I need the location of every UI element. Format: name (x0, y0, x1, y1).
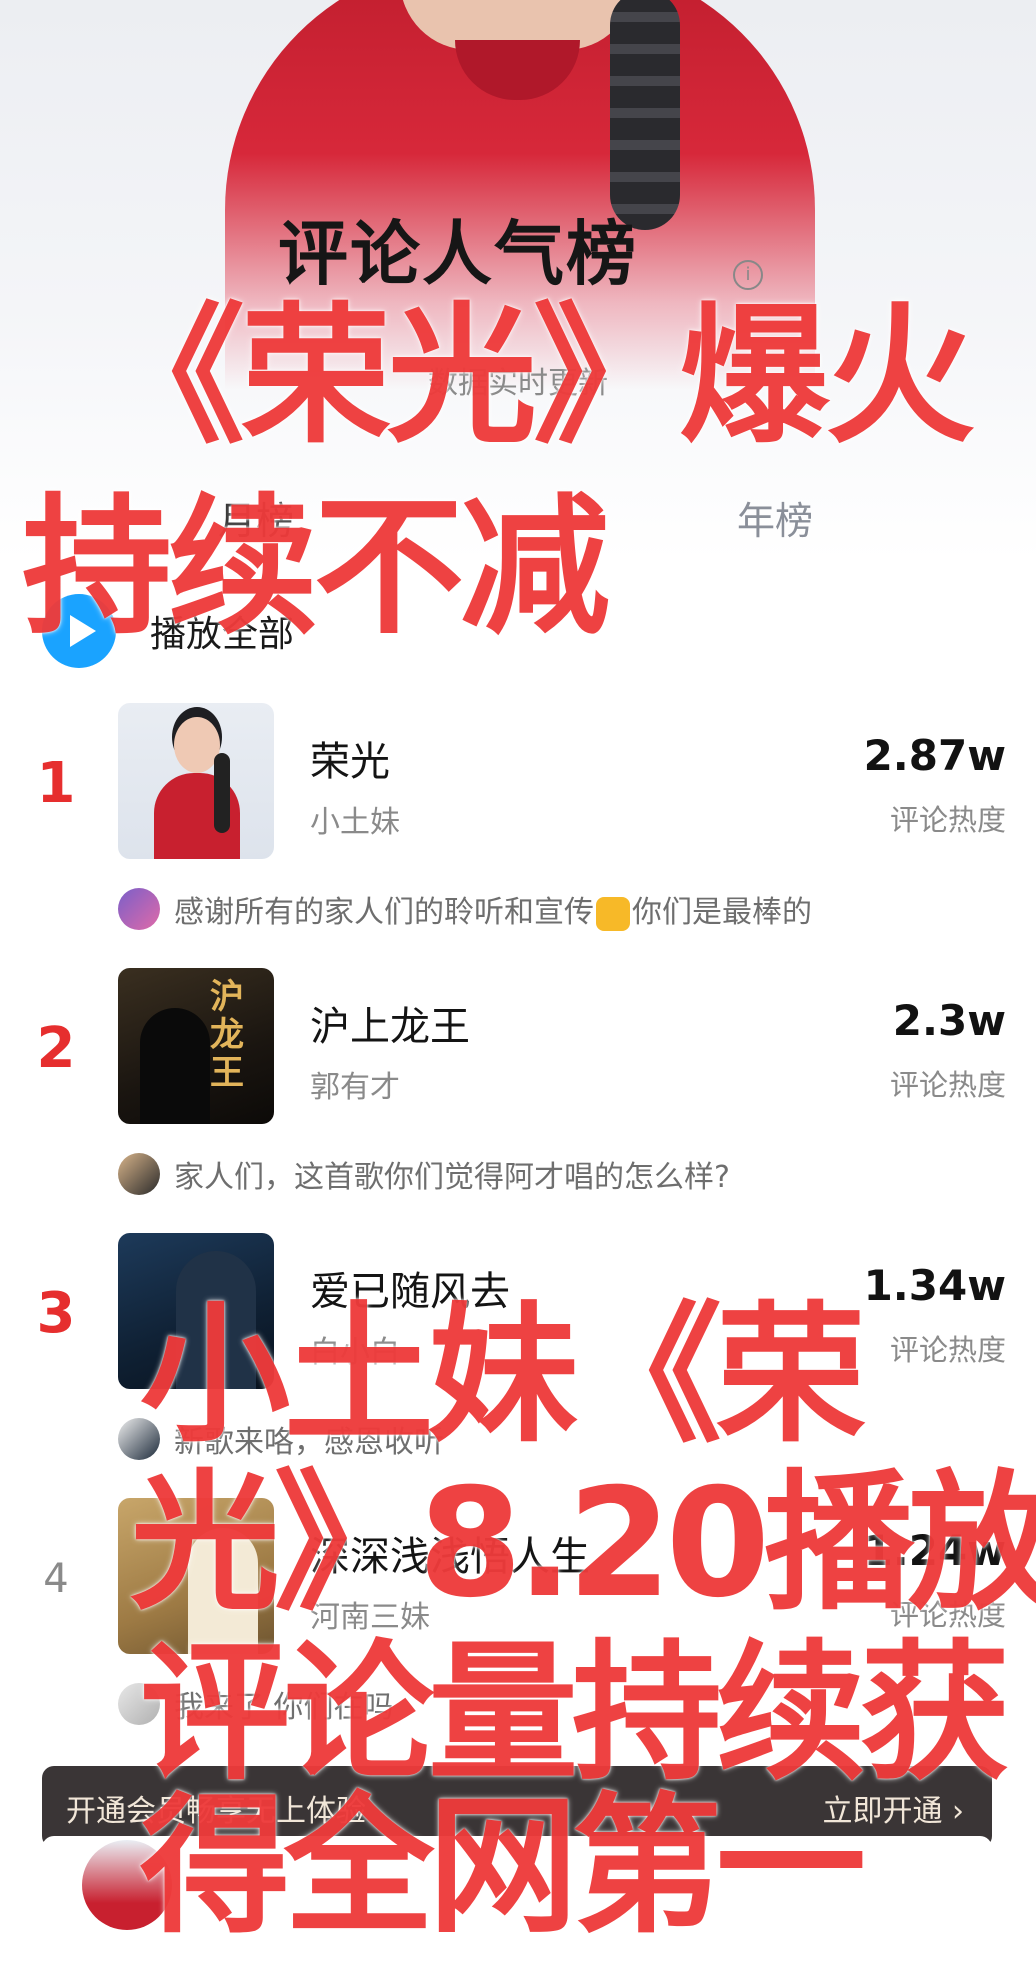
comment-score-label: 评论热度 (889, 803, 1006, 837)
rank-number: 1 (36, 751, 76, 816)
rank-number: 2 (36, 1016, 76, 1081)
song-cover[interactable] (118, 703, 274, 859)
overlay-caption-line: 得全网第一 (140, 1780, 866, 1954)
song-row[interactable]: 1 荣光 小土妹 2.87w 评论热度 感谢所有的家人们的聆听和宣传 你们是最棒的 (0, 703, 1036, 965)
rank-number: 4 (43, 1556, 69, 1602)
song-title[interactable]: 沪上龙王 (310, 994, 470, 1052)
song-title[interactable]: 荣光 (310, 729, 390, 787)
thumbs-up-icon (596, 896, 630, 931)
comment-score: 2.3w (892, 996, 1006, 1045)
overlay-caption-line: 《荣光》爆火 (95, 290, 975, 464)
commenter-avatar (118, 888, 160, 930)
hero-singer-braid (610, 0, 680, 230)
comment-text: 家人们，这首歌你们觉得阿才唱的怎么样? (174, 1160, 730, 1195)
song-artist[interactable]: 小土妹 (310, 797, 400, 841)
comment-score: 1.34w (863, 1261, 1006, 1310)
comment-score-label: 评论热度 (889, 1333, 1006, 1367)
comment-score-label: 评论热度 (889, 1068, 1006, 1102)
tab-year[interactable]: 年榜 (737, 490, 813, 545)
top-comment[interactable]: 家人们，这首歌你们觉得阿才唱的怎么样? (118, 1152, 730, 1196)
commenter-avatar (118, 1153, 160, 1195)
overlay-caption-line: 持续不减 (22, 481, 610, 655)
song-row[interactable]: 2 沪龙王 沪上龙王 郭有才 2.3w 评论热度 家人们，这首歌你们觉得阿才唱的… (0, 968, 1036, 1230)
rank-number: 3 (36, 1281, 76, 1346)
top-comment[interactable]: 感谢所有的家人们的聆听和宣传 你们是最棒的 (118, 887, 812, 931)
cover-figure (140, 1008, 210, 1124)
cover-title-art: 沪龙王 (210, 977, 244, 1093)
song-cover[interactable]: 沪龙王 (118, 968, 274, 1124)
comment-score: 2.87w (863, 731, 1006, 780)
comment-text: 感谢所有的家人们的聆听和宣传 你们是最棒的 (174, 895, 812, 931)
cover-figure-braid (214, 753, 230, 833)
song-artist[interactable]: 郭有才 (310, 1062, 400, 1106)
